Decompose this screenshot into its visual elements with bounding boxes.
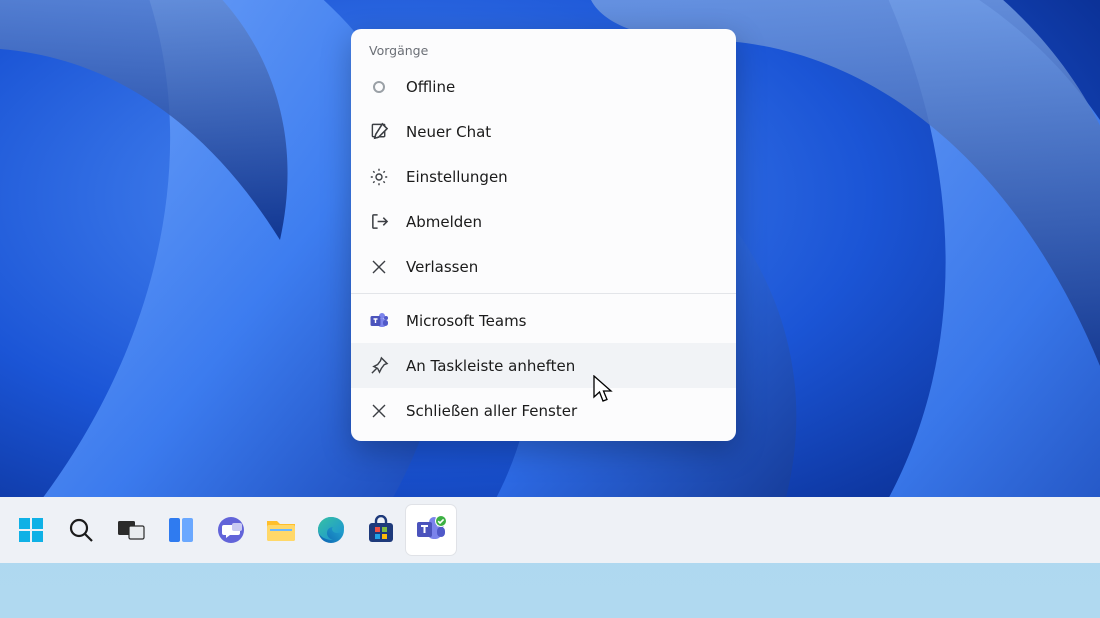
menu-item-open-teams[interactable]: Microsoft Teams xyxy=(351,298,736,343)
close-icon xyxy=(365,259,393,275)
taskbar xyxy=(0,497,1100,563)
menu-item-label: Schließen aller Fenster xyxy=(406,402,577,420)
pin-icon xyxy=(365,356,393,375)
menu-item-quit[interactable]: Verlassen xyxy=(351,244,736,289)
teams-icon xyxy=(365,311,393,331)
chat-icon xyxy=(216,515,246,545)
taskbar-item-store[interactable] xyxy=(356,505,406,555)
edge-icon xyxy=(316,515,346,545)
teams-badge-icon xyxy=(414,513,448,547)
store-icon xyxy=(366,515,396,545)
menu-item-pin[interactable]: An Taskleiste anheften xyxy=(351,343,736,388)
menu-item-label: Offline xyxy=(406,78,455,96)
close-icon xyxy=(365,403,393,419)
taskbar-item-widgets[interactable] xyxy=(156,505,206,555)
taskbar-item-edge[interactable] xyxy=(306,505,356,555)
widgets-icon xyxy=(167,516,195,544)
context-menu-separator xyxy=(351,293,736,294)
taskview-icon xyxy=(117,518,145,542)
status-offline-icon xyxy=(365,80,393,94)
menu-item-label: An Taskleiste anheften xyxy=(406,357,575,375)
taskbar-item-explorer[interactable] xyxy=(256,505,306,555)
menu-item-label: Abmelden xyxy=(406,213,482,231)
screenshot-stage: Vorgänge Offline Neuer Chat xyxy=(0,0,1100,618)
taskbar-item-teams[interactable] xyxy=(406,505,456,555)
search-icon xyxy=(67,516,95,544)
signout-icon xyxy=(365,212,393,231)
compose-icon xyxy=(365,122,393,141)
menu-item-label: Verlassen xyxy=(406,258,478,276)
menu-item-close-all[interactable]: Schließen aller Fenster xyxy=(351,388,736,433)
menu-item-new-chat[interactable]: Neuer Chat xyxy=(351,109,736,154)
menu-item-signout[interactable]: Abmelden xyxy=(351,199,736,244)
context-menu-title: Vorgänge xyxy=(351,35,736,64)
menu-item-label: Einstellungen xyxy=(406,168,508,186)
gear-icon xyxy=(365,167,393,187)
explorer-icon xyxy=(265,517,297,543)
menu-item-label: Neuer Chat xyxy=(406,123,491,141)
menu-item-offline[interactable]: Offline xyxy=(351,64,736,109)
taskbar-item-search[interactable] xyxy=(56,505,106,555)
taskbar-context-menu: Vorgänge Offline Neuer Chat xyxy=(351,29,736,441)
menu-item-settings[interactable]: Einstellungen xyxy=(351,154,736,199)
taskbar-item-taskview[interactable] xyxy=(106,505,156,555)
taskbar-item-start[interactable] xyxy=(6,505,56,555)
start-icon xyxy=(17,516,45,544)
taskbar-item-chat[interactable] xyxy=(206,505,256,555)
menu-item-label: Microsoft Teams xyxy=(406,312,527,330)
